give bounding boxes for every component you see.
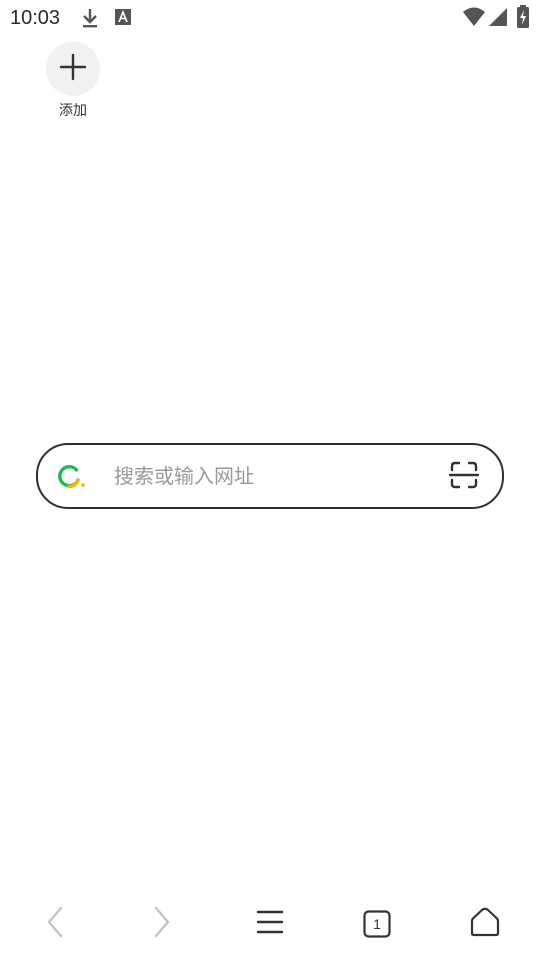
- scan-qr-icon: [448, 460, 480, 494]
- download-icon: [80, 7, 100, 33]
- back-button[interactable]: [30, 902, 80, 946]
- cellular-signal-icon: [488, 6, 508, 32]
- bottom-navigation-bar: 1: [0, 890, 540, 960]
- tab-count: 1: [373, 916, 381, 932]
- text-notification-icon: [114, 7, 132, 31]
- tabs-button[interactable]: 1: [352, 902, 402, 946]
- status-bar: 10:03: [0, 0, 540, 36]
- search-bar[interactable]: [36, 443, 504, 509]
- plus-icon: [59, 53, 87, 85]
- hamburger-menu-icon: [256, 909, 284, 939]
- wifi-icon: [462, 6, 486, 32]
- home-button[interactable]: [460, 902, 510, 946]
- search-input[interactable]: [114, 457, 414, 495]
- add-shortcut-button[interactable]: 添加: [46, 42, 100, 120]
- home-icon: [470, 907, 500, 941]
- browser-home-screen: 10:03 添加 搜索或输入网址 1: [0, 0, 540, 960]
- chevron-left-icon: [45, 906, 65, 942]
- browser-logo-icon: [56, 464, 86, 490]
- menu-button[interactable]: [245, 902, 295, 946]
- scan-button[interactable]: [446, 459, 482, 495]
- forward-button[interactable]: [137, 902, 187, 946]
- add-shortcut-circle[interactable]: [46, 42, 100, 96]
- battery-charging-icon: [516, 5, 530, 33]
- tab-count-wrapper: 1: [363, 910, 391, 938]
- add-shortcut-label: 添加: [59, 103, 87, 119]
- chevron-right-icon: [152, 906, 172, 942]
- status-time: 10:03: [10, 7, 61, 29]
